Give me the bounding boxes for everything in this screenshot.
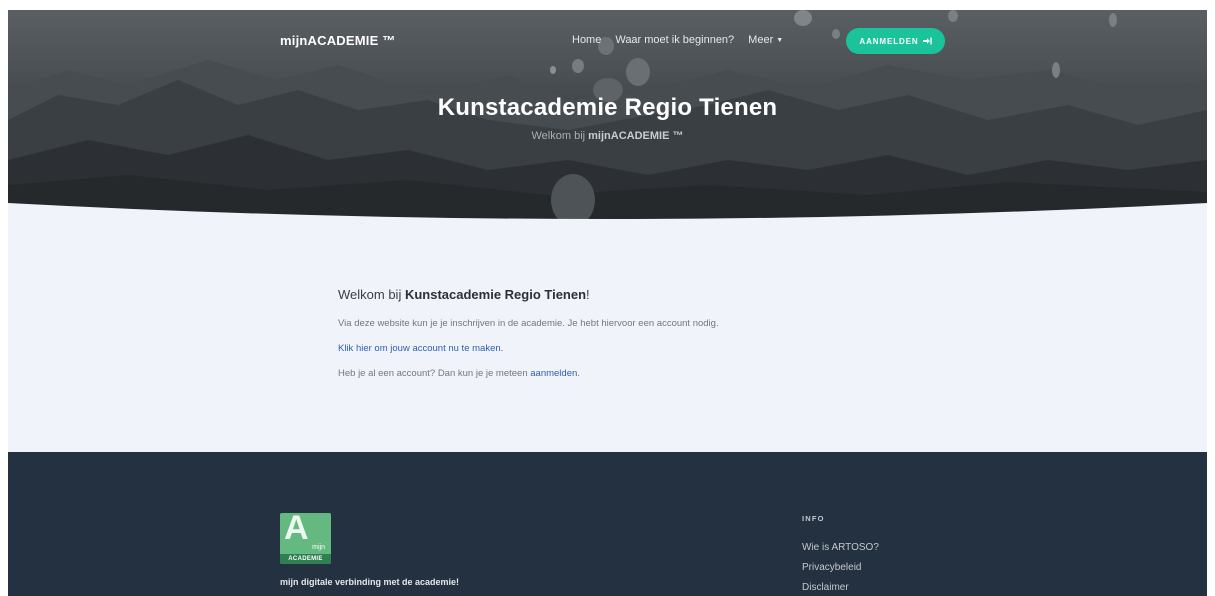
caret-down-icon: ▼	[776, 37, 784, 44]
hero-subtitle: Welkom bij mijnACADEMIE ™	[8, 130, 1207, 142]
logo-mijn: mijn	[312, 544, 325, 551]
hero-title: Kunstacademie Regio Tienen	[437, 94, 778, 121]
footer: A mijn ACADEMIE mijn digitale verbinding…	[8, 452, 1207, 596]
main-content: Welkom bij Kunstacademie Regio Tienen! V…	[8, 225, 1207, 452]
hero-wave-divider	[8, 203, 1207, 225]
footer-link-privacybeleid[interactable]: Privacybeleid	[802, 562, 861, 573]
footer-link-disclaimer[interactable]: Disclaimer	[802, 582, 849, 593]
nav-link-meer-label: Meer	[748, 34, 774, 46]
footer-info-title: INFO	[802, 514, 825, 523]
sign-in-icon	[922, 37, 932, 45]
login-link[interactable]: aanmelden	[530, 368, 577, 379]
intro-text: Via deze website kun je je inschrijven i…	[338, 318, 719, 329]
nav-links: Home Waar moet ik beginnen? Meer ▼	[572, 34, 783, 46]
logo-letter: A	[284, 513, 309, 547]
mijn-academie-logo[interactable]: A mijn ACADEMIE	[280, 513, 331, 564]
hero-subtitle-prefix: Welkom bij	[531, 130, 589, 142]
footer-tagline: mijn digitale verbinding met de academie…	[280, 577, 460, 587]
have-account-prefix: Heb je al een account? Dan kun je je met…	[338, 368, 531, 379]
have-account-text: Heb je al een account? Dan kun je je met…	[338, 368, 580, 379]
have-account-suffix: .	[577, 368, 580, 379]
create-account-link[interactable]: Klik hier om jouw account nu te maken.	[338, 343, 503, 354]
nav-link-meer[interactable]: Meer ▼	[748, 34, 783, 46]
hero-banner: mijnACADEMIE ™ Home Waar moet ik beginne…	[8, 10, 1207, 225]
login-button[interactable]: AANMELDEN	[846, 28, 945, 54]
logo-academie: ACADEMIE	[280, 554, 331, 564]
create-account-row: Klik hier om jouw account nu te maken.	[338, 343, 503, 354]
nav-link-waar-beginnen[interactable]: Waar moet ik beginnen?	[615, 34, 734, 46]
welcome-suffix: !	[586, 287, 590, 302]
welcome-heading: Welkom bij Kunstacademie Regio Tienen!	[338, 287, 590, 302]
login-button-label: AANMELDEN	[859, 36, 919, 46]
welcome-org: Kunstacademie Regio Tienen	[404, 287, 587, 302]
nav-brand[interactable]: mijnACADEMIE ™	[280, 33, 395, 48]
footer-link-wie-is-artoso[interactable]: Wie is ARTOSO?	[802, 542, 879, 553]
welcome-prefix: Welkom bij	[338, 287, 405, 302]
hero-subtitle-brand: mijnACADEMIE ™	[588, 130, 684, 142]
nav-link-home[interactable]: Home	[572, 34, 601, 46]
